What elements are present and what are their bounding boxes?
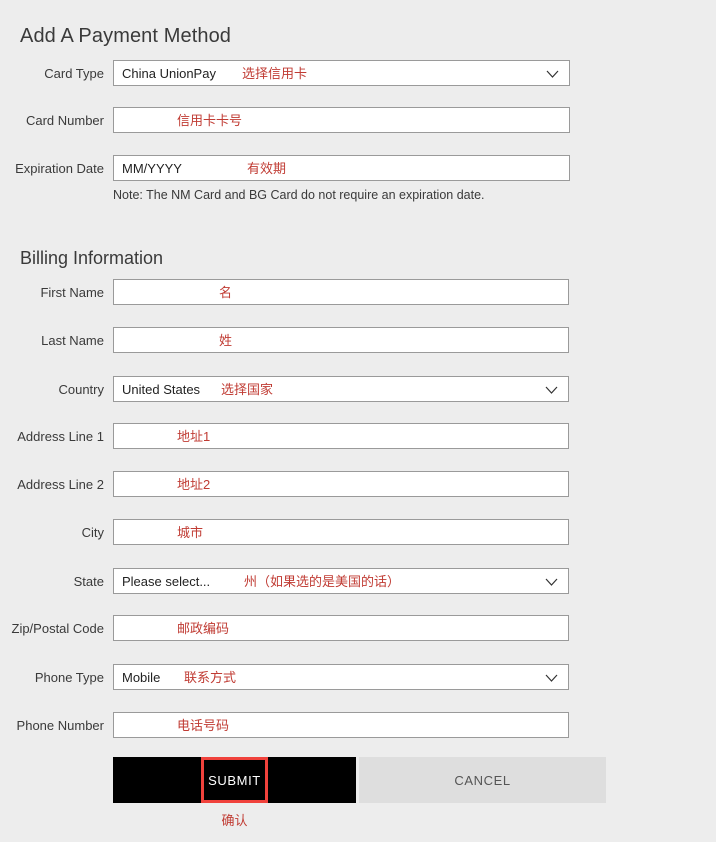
add-payment-method-page: Add A Payment Method Card Type China Uni… xyxy=(0,0,716,842)
submit-annotation: 确认 xyxy=(221,813,248,828)
chevron-down-icon xyxy=(546,70,559,78)
phone-number-input[interactable]: 电话号码 xyxy=(113,712,569,738)
form-row-last-name: Last Name 姓 xyxy=(0,327,716,355)
phone-type-select[interactable]: Mobile 联系方式 xyxy=(113,664,569,690)
section-title-billing: Billing Information xyxy=(20,247,164,268)
first-name-label: First Name xyxy=(40,285,104,300)
form-row-card-type: Card Type China UnionPay 选择信用卡 xyxy=(0,60,716,88)
cancel-button[interactable]: CANCEL xyxy=(359,757,606,803)
page-title: Add A Payment Method xyxy=(20,25,232,48)
expiration-date-annotation: 有效期 xyxy=(247,161,287,176)
country-label: Country xyxy=(58,382,104,397)
state-value: Please select... xyxy=(122,574,211,589)
address-line-2-input[interactable]: 地址2 xyxy=(113,471,569,497)
form-row-state: State Please select... 州（如果选的是美国的话） xyxy=(0,568,716,596)
last-name-annotation: 姓 xyxy=(219,333,233,348)
card-type-value: China UnionPay xyxy=(122,66,216,81)
chevron-down-icon xyxy=(545,578,558,586)
phone-number-label: Phone Number xyxy=(16,718,104,733)
zip-postal-code-annotation: 邮政编码 xyxy=(177,621,230,636)
zip-postal-code-input[interactable]: 邮政编码 xyxy=(113,615,569,641)
form-row-city: City 城市 xyxy=(0,519,716,547)
card-type-annotation: 选择信用卡 xyxy=(242,66,308,81)
card-number-input[interactable]: 信用卡卡号 xyxy=(113,107,570,133)
card-number-label: Card Number xyxy=(25,113,104,128)
expiration-date-value: MM/YYYY xyxy=(122,161,182,176)
card-type-select[interactable]: China UnionPay 选择信用卡 xyxy=(113,60,570,86)
form-row-card-number: Card Number 信用卡卡号 xyxy=(0,107,716,135)
phone-type-label: Phone Type xyxy=(34,670,104,685)
address-line-1-input[interactable]: 地址1 xyxy=(113,423,569,449)
expiration-date-label: Expiration Date xyxy=(15,161,104,176)
form-row-expiration-date: Expiration Date MM/YYYY 有效期 xyxy=(0,155,716,183)
form-row-phone-type: Phone Type Mobile 联系方式 xyxy=(0,664,716,692)
card-type-label: Card Type xyxy=(44,66,104,81)
phone-type-value: Mobile xyxy=(122,670,161,685)
state-annotation: 州（如果选的是美国的话） xyxy=(244,574,401,589)
first-name-annotation: 名 xyxy=(219,285,233,300)
last-name-input[interactable]: 姓 xyxy=(113,327,569,353)
zip-postal-code-label: Zip/Postal Code xyxy=(11,621,105,636)
form-row-address-line-1: Address Line 1 地址1 xyxy=(0,423,716,451)
submit-button[interactable]: SUBMIT xyxy=(113,757,356,803)
country-value: United States xyxy=(122,382,201,397)
country-annotation: 选择国家 xyxy=(221,382,274,397)
first-name-input[interactable]: 名 xyxy=(113,279,569,305)
state-label: State xyxy=(73,574,104,589)
address-line-1-label: Address Line 1 xyxy=(17,429,104,444)
phone-type-annotation: 联系方式 xyxy=(184,670,237,685)
form-row-zip-postal-code: Zip/Postal Code 邮政编码 xyxy=(0,615,716,643)
form-row-phone-number: Phone Number 电话号码 xyxy=(0,712,716,740)
form-row-country: Country United States 选择国家 xyxy=(0,376,716,404)
city-annotation: 城市 xyxy=(177,525,204,540)
country-select[interactable]: United States 选择国家 xyxy=(113,376,569,402)
expiration-date-hint: Note: The NM Card and BG Card do not req… xyxy=(113,188,485,202)
chevron-down-icon xyxy=(545,674,558,682)
address-line-2-annotation: 地址2 xyxy=(177,477,211,492)
city-input[interactable]: 城市 xyxy=(113,519,569,545)
address-line-1-annotation: 地址1 xyxy=(177,429,211,444)
state-select[interactable]: Please select... 州（如果选的是美国的话） xyxy=(113,568,569,594)
chevron-down-icon xyxy=(545,386,558,394)
form-row-address-line-2: Address Line 2 地址2 xyxy=(0,471,716,499)
last-name-label: Last Name xyxy=(41,333,104,348)
form-row-first-name: First Name 名 xyxy=(0,279,716,307)
card-number-annotation: 信用卡卡号 xyxy=(177,113,243,128)
expiration-date-input[interactable]: MM/YYYY 有效期 xyxy=(113,155,570,181)
address-line-2-label: Address Line 2 xyxy=(17,477,104,492)
phone-number-annotation: 电话号码 xyxy=(177,718,230,733)
city-label: City xyxy=(81,525,104,540)
